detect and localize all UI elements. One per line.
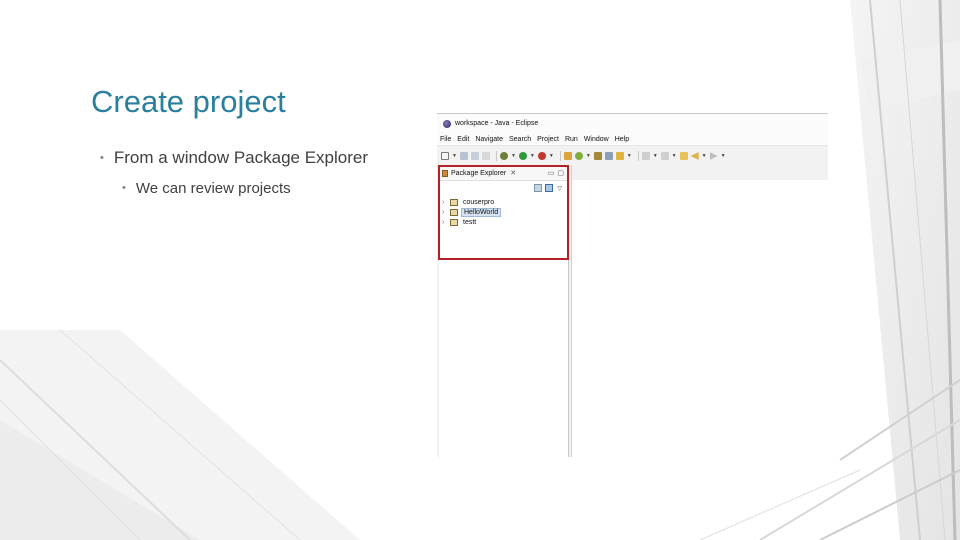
search-icon[interactable] (604, 152, 613, 160)
run-icon[interactable] (518, 152, 527, 160)
new-package-icon[interactable] (574, 152, 583, 160)
slide-title: Create project (91, 84, 286, 119)
chevron-down-icon[interactable]: ▼ (586, 153, 591, 159)
chevron-down-icon[interactable]: ▼ (530, 153, 535, 159)
bullet-text: We can review projects (135, 180, 291, 197)
bullet-icon: • (122, 182, 126, 194)
new-icon[interactable] (441, 152, 449, 160)
bullet-level-2: • We can review projects (122, 180, 291, 197)
save-icon[interactable] (459, 152, 468, 160)
toolbar-divider (637, 151, 639, 161)
package-explorer-highlight (438, 165, 569, 260)
chevron-down-icon[interactable]: ▼ (721, 153, 726, 159)
menu-run[interactable]: Run (565, 136, 578, 143)
editor-tab-strip (572, 166, 828, 180)
bullet-icon: • (100, 152, 104, 164)
menu-window[interactable]: Window (584, 136, 609, 143)
new-java-project-icon[interactable] (563, 152, 572, 160)
last-edit-icon[interactable] (679, 152, 688, 160)
menu-file[interactable]: File (440, 136, 451, 143)
annotation-prev-icon[interactable] (660, 152, 669, 160)
chevron-down-icon[interactable]: ▼ (702, 153, 707, 159)
menu-bar: File Edit Navigate Search Project Run Wi… (437, 133, 828, 145)
open-task-icon[interactable] (615, 152, 624, 160)
chevron-down-icon[interactable]: ▼ (627, 153, 632, 159)
chevron-down-icon[interactable]: ▼ (653, 153, 658, 159)
debug-icon[interactable] (499, 152, 508, 160)
menu-navigate[interactable]: Navigate (475, 136, 503, 143)
window-titlebar: workspace - Java - Eclipse (437, 114, 828, 133)
open-type-icon[interactable] (593, 152, 602, 160)
chevron-down-icon[interactable]: ▼ (672, 153, 677, 159)
bullet-text: From a window Package Explorer (113, 148, 369, 167)
menu-edit[interactable]: Edit (457, 136, 469, 143)
toolbar-divider (495, 151, 497, 161)
back-icon[interactable] (690, 152, 699, 160)
print-icon[interactable] (481, 152, 490, 160)
menu-project[interactable]: Project (537, 136, 559, 143)
save-all-icon[interactable] (470, 152, 479, 160)
menu-help[interactable]: Help (615, 136, 629, 143)
toolbar-divider (559, 151, 561, 161)
menu-search[interactable]: Search (509, 136, 531, 143)
window-title: workspace - Java - Eclipse (455, 120, 539, 127)
annotation-next-icon[interactable] (641, 152, 650, 160)
bullet-level-1: • From a window Package Explorer (100, 148, 368, 168)
editor-area[interactable] (571, 166, 828, 457)
chevron-down-icon[interactable]: ▼ (452, 153, 457, 159)
chevron-down-icon[interactable]: ▼ (511, 153, 516, 159)
chevron-down-icon[interactable]: ▼ (549, 153, 554, 159)
toolbar: ▼ ▼ ▼ ▼ ▼ ▼ ▼ ▼ ▼ ▼ (437, 145, 828, 167)
eclipse-app-icon (443, 119, 451, 128)
forward-icon[interactable] (709, 152, 718, 160)
external-tools-icon[interactable] (537, 152, 546, 160)
